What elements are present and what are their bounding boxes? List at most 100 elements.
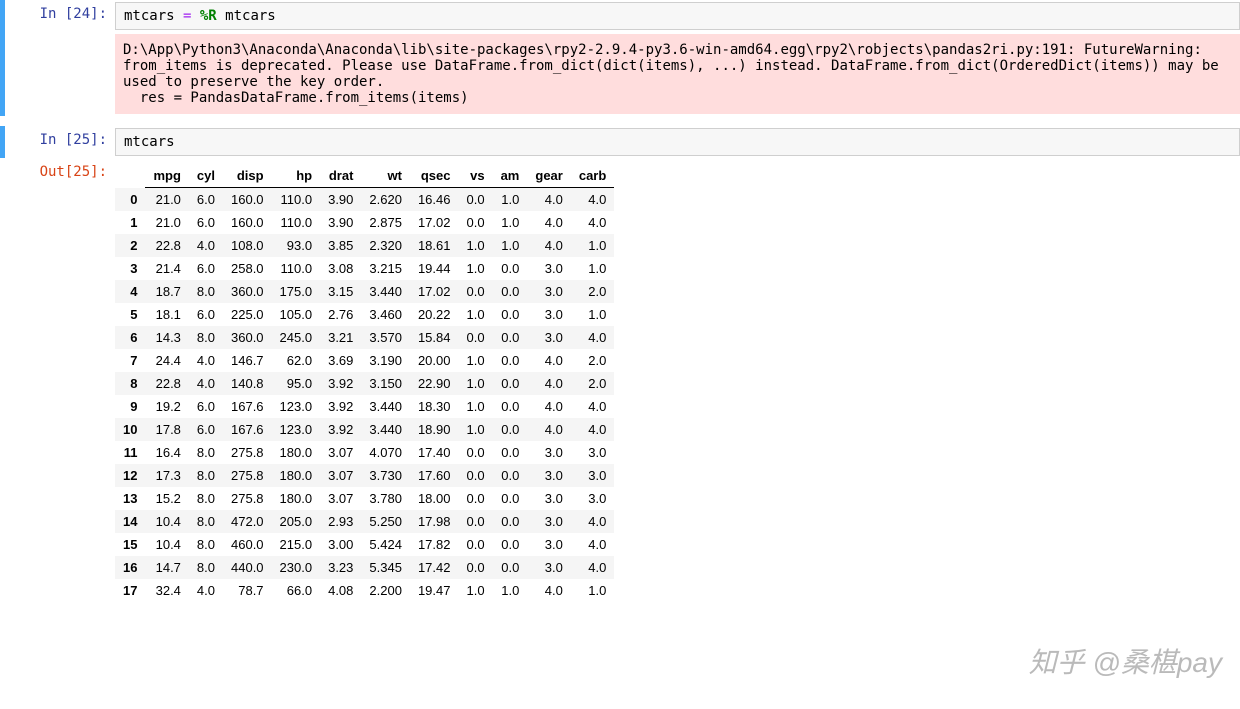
table-row: 1217.38.0275.8180.03.073.73017.600.00.03… — [115, 464, 614, 487]
table-row: 1410.48.0472.0205.02.935.25017.980.00.03… — [115, 510, 614, 533]
dataframe-col-header: hp — [272, 164, 321, 188]
dataframe-cell: 1.0 — [459, 349, 493, 372]
dataframe-cell: 3.07 — [320, 464, 361, 487]
dataframe-cell: 3.150 — [361, 372, 410, 395]
dataframe-cell: 0.0 — [459, 464, 493, 487]
dataframe-cell: 15.84 — [410, 326, 459, 349]
dataframe-cell: 1.0 — [459, 579, 493, 602]
dataframe-cell: 22.90 — [410, 372, 459, 395]
dataframe-cell: 160.0 — [223, 211, 272, 234]
dataframe-cell: 0.0 — [493, 395, 528, 418]
dataframe-row-index: 10 — [115, 418, 145, 441]
dataframe-cell: 1.0 — [493, 211, 528, 234]
dataframe-cell: 3.570 — [361, 326, 410, 349]
dataframe-col-header: carb — [571, 164, 614, 188]
dataframe-cell: 4.0 — [571, 533, 614, 556]
dataframe-body: 021.06.0160.0110.03.902.62016.460.01.04.… — [115, 188, 614, 603]
dataframe-cell: 3.0 — [527, 464, 570, 487]
dataframe-cell: 460.0 — [223, 533, 272, 556]
dataframe-cell: 0.0 — [493, 556, 528, 579]
dataframe-cell: 3.440 — [361, 395, 410, 418]
dataframe-cell: 6.0 — [189, 188, 223, 212]
dataframe-cell: 20.22 — [410, 303, 459, 326]
dataframe-cell: 4.0 — [189, 234, 223, 257]
dataframe-cell: 3.92 — [320, 395, 361, 418]
dataframe-cell: 4.0 — [189, 372, 223, 395]
dataframe-row-index: 15 — [115, 533, 145, 556]
dataframe-cell: 0.0 — [459, 510, 493, 533]
dataframe-row-index: 8 — [115, 372, 145, 395]
dataframe-cell: 3.0 — [571, 464, 614, 487]
code-input-25[interactable]: mtcars — [115, 128, 1240, 156]
code-cell-24[interactable]: In [24]: mtcars = %R mtcars — [0, 0, 1240, 32]
dataframe-cell: 21.4 — [145, 257, 188, 280]
dataframe-output[interactable]: mpgcyldisphpdratwtqsecvsamgearcarb 021.0… — [115, 164, 614, 602]
dataframe-cell: 1.0 — [571, 234, 614, 257]
dataframe-cell: 3.15 — [320, 280, 361, 303]
dataframe-cell: 275.8 — [223, 441, 272, 464]
dataframe-cell: 18.7 — [145, 280, 188, 303]
table-row: 021.06.0160.0110.03.902.62016.460.01.04.… — [115, 188, 614, 212]
dataframe-cell: 146.7 — [223, 349, 272, 372]
dataframe-cell: 215.0 — [272, 533, 321, 556]
dataframe-cell: 3.0 — [527, 303, 570, 326]
dataframe-cell: 3.440 — [361, 280, 410, 303]
dataframe-cell: 4.0 — [571, 211, 614, 234]
dataframe-cell: 32.4 — [145, 579, 188, 602]
dataframe-cell: 16.46 — [410, 188, 459, 212]
dataframe-cell: 17.42 — [410, 556, 459, 579]
dataframe-cell: 6.0 — [189, 257, 223, 280]
table-row: 222.84.0108.093.03.852.32018.611.01.04.0… — [115, 234, 614, 257]
dataframe-col-header: mpg — [145, 164, 188, 188]
dataframe-cell: 8.0 — [189, 464, 223, 487]
dataframe-cell: 18.1 — [145, 303, 188, 326]
dataframe-cell: 0.0 — [459, 487, 493, 510]
dataframe-cell: 167.6 — [223, 395, 272, 418]
dataframe-cell: 3.85 — [320, 234, 361, 257]
dataframe-cell: 62.0 — [272, 349, 321, 372]
table-row: 822.84.0140.895.03.923.15022.901.00.04.0… — [115, 372, 614, 395]
dataframe-cell: 3.92 — [320, 372, 361, 395]
code-input-24[interactable]: mtcars = %R mtcars — [115, 2, 1240, 30]
dataframe-cell: 4.0 — [189, 349, 223, 372]
dataframe-cell: 1.0 — [459, 418, 493, 441]
stderr-output-24[interactable]: D:\App\Python3\Anaconda\Anaconda\lib\sit… — [115, 34, 1240, 114]
dataframe-cell: 230.0 — [272, 556, 321, 579]
dataframe-cell: 3.0 — [527, 280, 570, 303]
dataframe-cell: 0.0 — [459, 188, 493, 212]
dataframe-cell: 0.0 — [493, 464, 528, 487]
dataframe-cell: 4.0 — [571, 556, 614, 579]
dataframe-cell: 1.0 — [571, 303, 614, 326]
dataframe-cell: 22.8 — [145, 234, 188, 257]
dataframe-col-header: wt — [361, 164, 410, 188]
dataframe-cell: 3.07 — [320, 441, 361, 464]
dataframe-cell: 4.0 — [527, 418, 570, 441]
dataframe-cell: 22.8 — [145, 372, 188, 395]
dataframe-cell: 6.0 — [189, 418, 223, 441]
dataframe-cell: 180.0 — [272, 441, 321, 464]
dataframe-cell: 4.0 — [571, 418, 614, 441]
dataframe-cell: 24.4 — [145, 349, 188, 372]
dataframe-cell: 95.0 — [272, 372, 321, 395]
dataframe-cell: 8.0 — [189, 326, 223, 349]
output-cell-25: Out[25]: mpgcyldisphpdratwtqsecvsamgearc… — [0, 158, 1240, 608]
dataframe-cell: 3.90 — [320, 188, 361, 212]
dataframe-row-index: 11 — [115, 441, 145, 464]
dataframe-cell: 123.0 — [272, 418, 321, 441]
dataframe-cell: 0.0 — [459, 441, 493, 464]
dataframe-cell: 440.0 — [223, 556, 272, 579]
dataframe-cell: 0.0 — [493, 441, 528, 464]
dataframe-cell: 18.61 — [410, 234, 459, 257]
dataframe-row-index: 17 — [115, 579, 145, 602]
table-row: 1017.86.0167.6123.03.923.44018.901.00.04… — [115, 418, 614, 441]
dataframe-cell: 180.0 — [272, 464, 321, 487]
dataframe-cell: 0.0 — [459, 533, 493, 556]
table-row: 1315.28.0275.8180.03.073.78018.000.00.03… — [115, 487, 614, 510]
dataframe-cell: 275.8 — [223, 464, 272, 487]
dataframe-header: mpgcyldisphpdratwtqsecvsamgearcarb — [115, 164, 614, 188]
dataframe-cell: 0.0 — [459, 280, 493, 303]
dataframe-cell: 18.00 — [410, 487, 459, 510]
dataframe-cell: 3.0 — [527, 533, 570, 556]
table-row: 121.06.0160.0110.03.902.87517.020.01.04.… — [115, 211, 614, 234]
code-cell-25[interactable]: In [25]: mtcars — [0, 126, 1240, 158]
